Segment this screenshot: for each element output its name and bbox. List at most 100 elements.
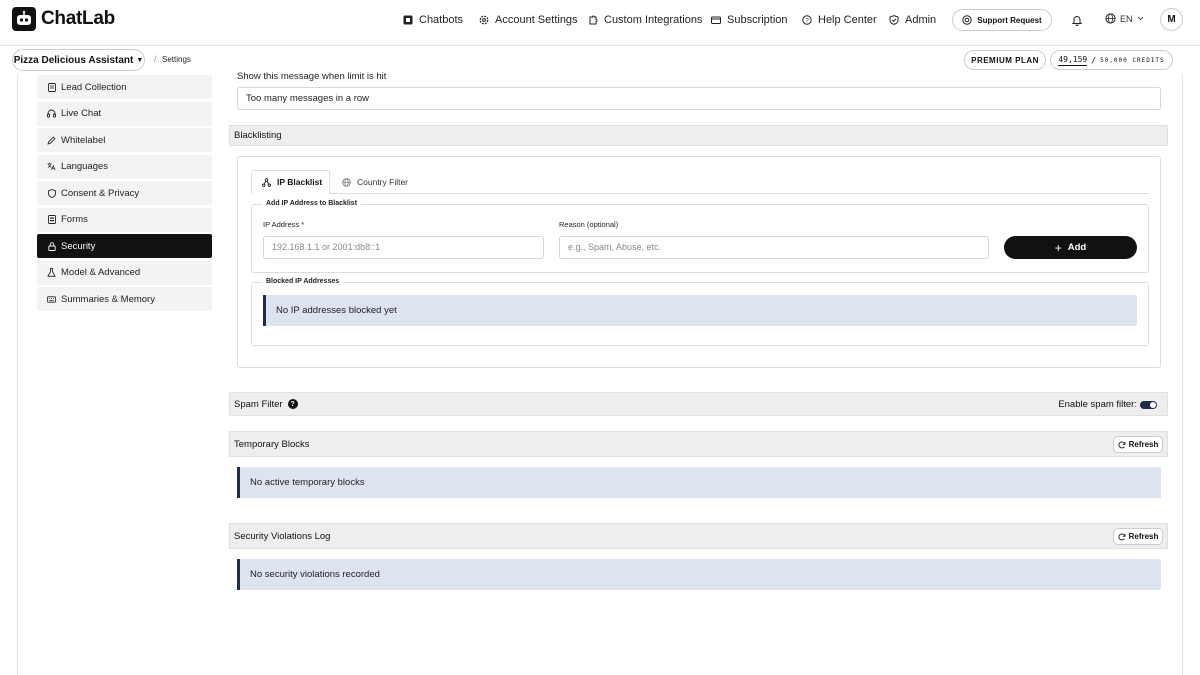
- sidebar-item-security[interactable]: Security: [37, 234, 212, 258]
- spam-filter-toggle[interactable]: [1140, 400, 1157, 409]
- nav-subscription[interactable]: Subscription: [711, 0, 788, 40]
- nav-account-settings-label: Account Settings: [495, 14, 578, 26]
- chatbot-icon: [403, 15, 413, 25]
- content-frame-left-border: [17, 74, 18, 675]
- keyboard-icon: [47, 295, 56, 303]
- nav-custom-integrations-label: Custom Integrations: [604, 14, 703, 26]
- violations-log-empty-alert: No security violations recorded: [237, 559, 1161, 590]
- support-request-button[interactable]: Support Request: [952, 9, 1052, 31]
- sidebar-item-whitelabel[interactable]: Whitelabel: [37, 128, 212, 152]
- spam-filter-title: Spam Filter: [234, 398, 283, 410]
- app-name: ChatLab: [41, 8, 115, 29]
- gear-icon: [479, 15, 489, 25]
- nav-chatbots-label: Chatbots: [419, 14, 464, 26]
- credits-meter: 49,159 / 50,000 CREDITS: [1050, 50, 1173, 70]
- temporary-blocks-title: Temporary Blocks: [234, 438, 310, 450]
- pen-icon: [47, 135, 56, 145]
- reason-input[interactable]: e.g., Spam, Abuse, etc.: [559, 236, 989, 259]
- flask-icon: [47, 268, 56, 277]
- rate-limit-message-input[interactable]: Too many messages in a row: [237, 87, 1161, 110]
- add-ip-button[interactable]: + Add: [1004, 236, 1137, 259]
- headset-icon: [47, 109, 56, 118]
- plan-badge[interactable]: PREMIUM PLAN: [964, 50, 1046, 70]
- tab-country-filter-label: Country Filter: [357, 177, 409, 187]
- refresh-label: Refresh: [1128, 440, 1159, 449]
- context-bar: Pizza Delicious Assistant ▼ / Settings P…: [0, 46, 1200, 74]
- sidebar-item-consent-privacy[interactable]: Consent & Privacy: [37, 181, 212, 205]
- sidebar-item-forms[interactable]: Forms: [37, 207, 212, 232]
- bot-selector[interactable]: Pizza Delicious Assistant ▼: [12, 49, 145, 71]
- support-request-label: Support Request: [977, 15, 1042, 25]
- sidebar-item-label: Lead Collection: [61, 81, 127, 93]
- settings-sidebar: Lead Collection Live Chat Whitelabel Lan…: [37, 75, 212, 314]
- puzzle-icon: [588, 15, 598, 25]
- blacklisting-panel: IP Blacklist Country Filter Add IP Addre…: [237, 156, 1161, 368]
- shield-icon: [47, 188, 56, 198]
- temporary-blocks-refresh-button[interactable]: Refresh: [1113, 436, 1163, 453]
- nav-account-settings[interactable]: Account Settings: [479, 0, 578, 40]
- sidebar-item-model-advanced[interactable]: Model & Advanced: [37, 260, 212, 285]
- nav-help-center[interactable]: ? Help Center: [802, 0, 877, 40]
- breadcrumb[interactable]: Settings: [162, 55, 191, 64]
- blocked-ips-legend: Blocked IP Addresses: [262, 278, 344, 285]
- sidebar-item-label: Model & Advanced: [61, 267, 141, 278]
- plus-icon: +: [1054, 240, 1062, 255]
- svg-text:?: ?: [805, 17, 809, 24]
- sidebar-item-label: Live Chat: [61, 108, 102, 119]
- language-selector[interactable]: EN: [1105, 13, 1144, 24]
- network-icon: [262, 177, 271, 187]
- credits-separator: /: [1091, 55, 1097, 65]
- refresh-label: Refresh: [1128, 532, 1159, 541]
- temporary-blocks-empty-alert: No active temporary blocks: [237, 467, 1161, 498]
- blocked-ips-empty-text: No IP addresses blocked yet: [276, 305, 397, 316]
- violations-log-section-header: Security Violations Log Refresh: [229, 523, 1168, 549]
- sidebar-item-label: Whitelabel: [61, 134, 106, 146]
- nav-help-center-label: Help Center: [818, 14, 877, 26]
- globe-icon: [1105, 13, 1116, 24]
- nav-custom-integrations[interactable]: Custom Integrations: [588, 0, 702, 40]
- refresh-icon: [1118, 533, 1126, 541]
- top-navigation-bar: ChatLab Chatbots Account Settings Custom…: [0, 0, 1200, 46]
- violations-log-empty-text: No security violations recorded: [250, 569, 380, 580]
- add-ip-legend: Add IP Address to Blacklist: [262, 200, 362, 207]
- spam-filter-section-header: Spam Filter ? Enable spam filter:: [229, 392, 1168, 416]
- sidebar-item-summaries-memory[interactable]: Summaries & Memory: [37, 287, 212, 311]
- sidebar-item-languages[interactable]: Languages: [37, 154, 212, 179]
- robot-logo-icon: [12, 7, 36, 31]
- add-ip-button-label: Add: [1067, 242, 1087, 253]
- blacklisting-title: Blacklisting: [234, 130, 282, 141]
- app-logo[interactable]: ChatLab: [12, 7, 115, 31]
- violations-log-title: Security Violations Log: [234, 530, 331, 542]
- temporary-blocks-empty-text: No active temporary blocks: [250, 477, 365, 488]
- nav-subscription-label: Subscription: [727, 14, 788, 26]
- temporary-blocks-section-header: Temporary Blocks Refresh: [229, 431, 1168, 457]
- spam-filter-toggle-group: Enable spam filter:: [1058, 399, 1157, 410]
- sidebar-item-label: Consent & Privacy: [61, 187, 140, 199]
- sidebar-item-label: Summaries & Memory: [61, 293, 155, 305]
- blocked-ips-fieldset: Blocked IP Addresses No IP addresses blo…: [251, 278, 1149, 346]
- nav-chatbots[interactable]: Chatbots: [403, 0, 463, 40]
- nav-admin[interactable]: Admin: [889, 0, 936, 40]
- sidebar-item-label: Forms: [61, 214, 88, 225]
- refresh-icon: [1118, 441, 1126, 449]
- ip-address-input[interactable]: 192.168.1.1 or 2001:db8::1: [263, 236, 544, 259]
- tab-country-filter[interactable]: Country Filter: [342, 170, 408, 194]
- blocked-ips-empty-alert: No IP addresses blocked yet: [263, 295, 1137, 326]
- breadcrumb-separator: /: [154, 54, 157, 64]
- bell-icon[interactable]: [1071, 14, 1083, 26]
- tab-ip-blacklist-label: IP Blacklist: [277, 177, 323, 187]
- sidebar-item-lead-collection[interactable]: Lead Collection: [37, 75, 212, 99]
- violations-log-refresh-button[interactable]: Refresh: [1113, 528, 1163, 545]
- add-ip-fieldset: Add IP Address to Blacklist IP Address *…: [251, 200, 1149, 273]
- blacklist-tabs: IP Blacklist Country Filter: [251, 170, 1149, 194]
- help-icon[interactable]: ?: [287, 399, 298, 409]
- caret-down-icon: ▼: [136, 56, 144, 64]
- sidebar-item-live-chat[interactable]: Live Chat: [37, 101, 212, 126]
- language-label: EN: [1120, 13, 1133, 24]
- tab-ip-blacklist[interactable]: IP Blacklist: [251, 170, 330, 194]
- user-avatar[interactable]: M: [1160, 8, 1183, 31]
- shield-check-icon: [889, 15, 899, 25]
- lock-icon: [47, 241, 56, 251]
- help-icon: ?: [802, 15, 812, 25]
- card-icon: [711, 15, 721, 25]
